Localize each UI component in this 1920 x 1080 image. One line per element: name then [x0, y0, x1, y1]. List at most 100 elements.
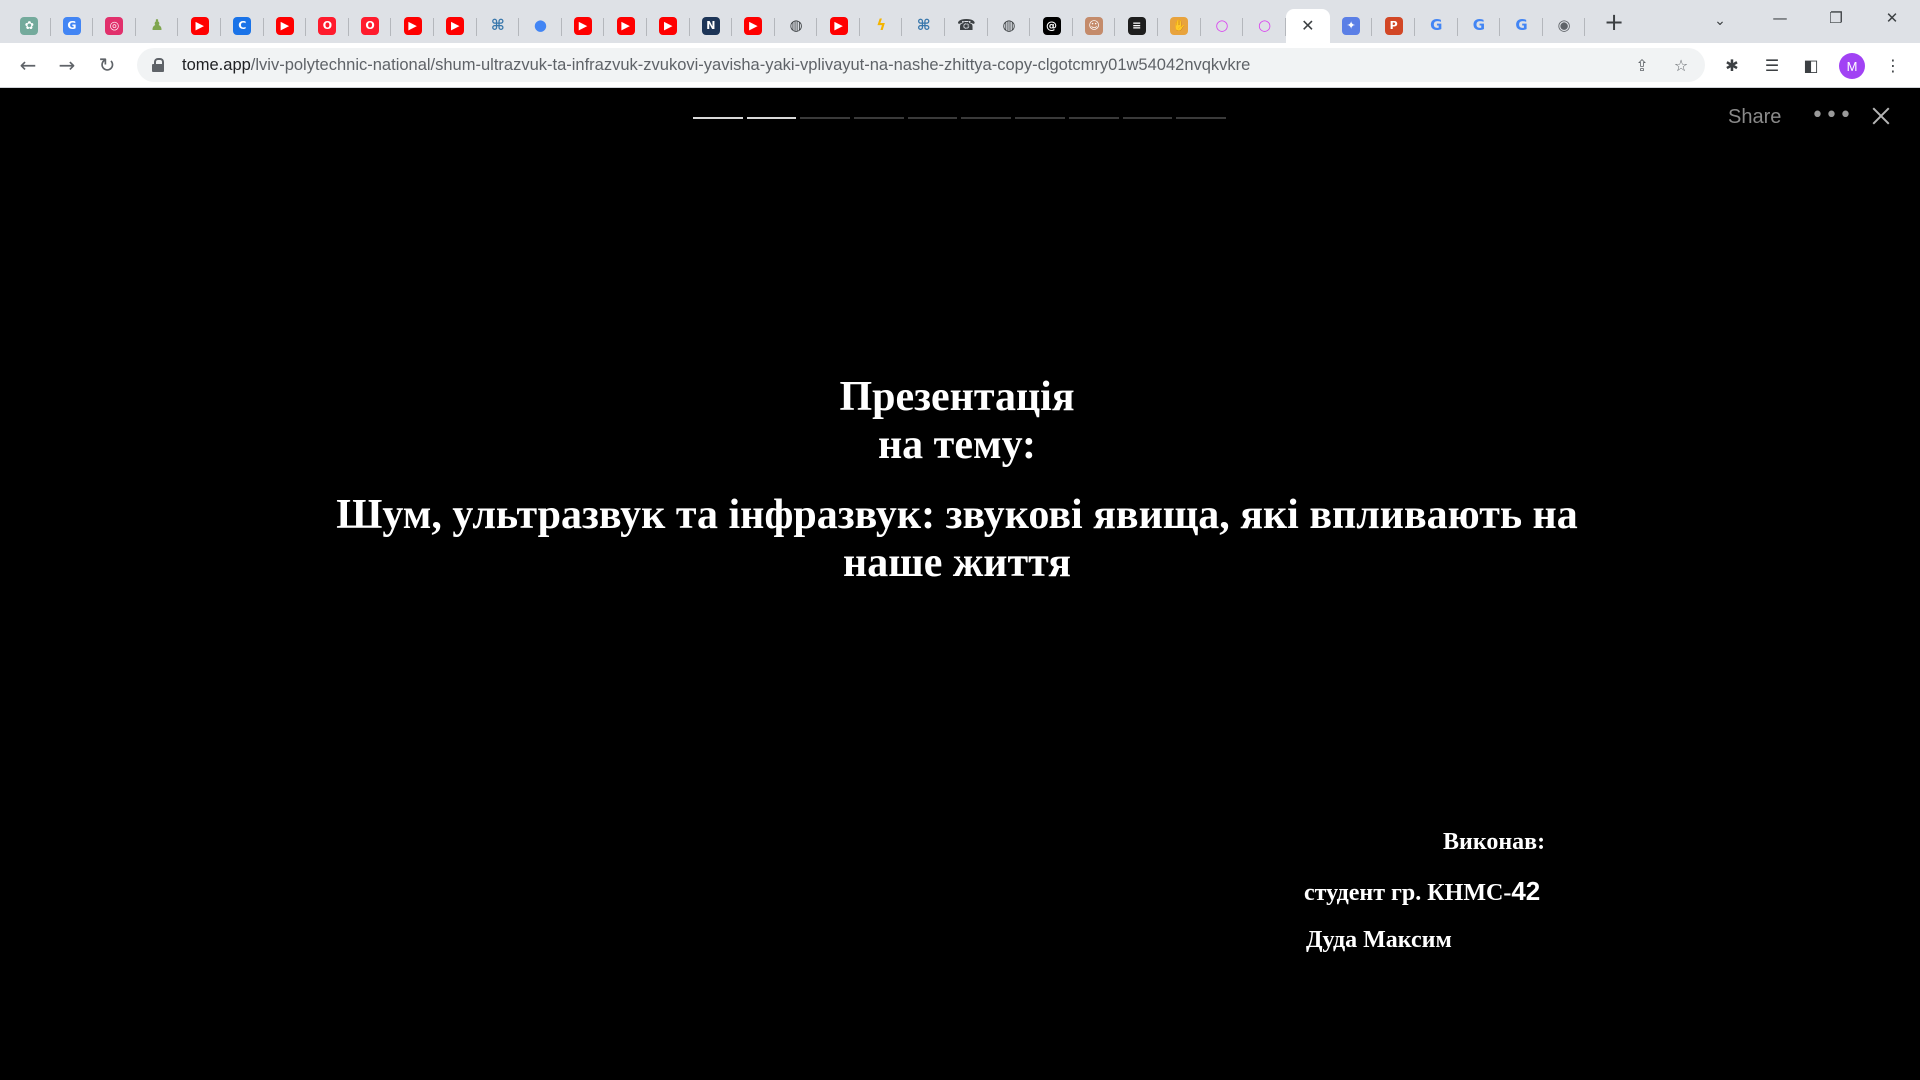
browser-tab[interactable]: ▶	[264, 9, 307, 43]
back-arrow-icon[interactable]: ←	[14, 51, 42, 79]
hand-icon: ✋	[1170, 16, 1189, 35]
browser-menu-icon[interactable]: ⋮	[1879, 51, 1907, 79]
progress-segment[interactable]	[961, 117, 1012, 119]
browser-tab[interactable]: ≡	[1115, 9, 1158, 43]
youtube-icon: ▶	[275, 16, 294, 35]
browser-tab[interactable]: G	[1458, 9, 1501, 43]
browser-tab[interactable]: ○	[1243, 9, 1286, 43]
browser-tab[interactable]: ☎	[945, 9, 988, 43]
browser-tab[interactable]: G	[1500, 9, 1543, 43]
browser-tab[interactable]: ▶	[732, 9, 775, 43]
browser-tab[interactable]: O	[306, 9, 349, 43]
opera-icon: O	[318, 16, 337, 35]
slide-progress	[693, 117, 1226, 119]
tab-search-chevron-icon[interactable]: ⌄	[1706, 6, 1734, 34]
presentation-viewer: Share ••• Презентація на тему: Шум, ульт…	[0, 89, 1920, 1080]
browser-tab[interactable]: ▶	[562, 9, 605, 43]
browser-tab[interactable]: ✕	[1285, 8, 1330, 43]
browser-tab[interactable]: O	[349, 9, 392, 43]
google-icon: G	[1515, 16, 1528, 34]
chrome-icon: ◉	[1557, 16, 1571, 34]
translate-icon: G	[62, 16, 81, 35]
ring-icon: ○	[1215, 16, 1229, 34]
chatgpt-icon: ✿	[20, 16, 39, 35]
forward-arrow-icon[interactable]: →	[53, 51, 81, 79]
powerpoint-icon: P	[1384, 16, 1403, 35]
browser-tab[interactable]: ♟	[136, 9, 179, 43]
progress-segment[interactable]	[1068, 117, 1119, 119]
progress-segment[interactable]	[693, 117, 743, 119]
progress-segment[interactable]	[1122, 117, 1173, 119]
terminal-icon: ≡	[1127, 16, 1146, 35]
share-page-icon[interactable]: ⇪	[1630, 53, 1654, 77]
c-app-icon: C	[233, 16, 252, 35]
share-button[interactable]: Share	[1728, 106, 1781, 129]
google-icon: G	[1430, 16, 1443, 34]
reload-icon[interactable]: ↻	[93, 51, 121, 79]
author-label: Виконав:	[1443, 829, 1546, 855]
minimize-icon[interactable]: —	[1752, 0, 1808, 36]
browser-tab[interactable]: G	[51, 9, 94, 43]
close-icon[interactable]: ✕	[1301, 16, 1314, 35]
slide-heading-line1: Презентація	[839, 374, 1075, 420]
address-bar[interactable]: tome.app/lviv-polytechnic-national/shum-…	[137, 48, 1705, 82]
progress-segment[interactable]	[1015, 117, 1065, 119]
more-options-icon[interactable]: •••	[1811, 103, 1853, 128]
copilot-icon: ✦	[1342, 16, 1361, 35]
browser-tab[interactable]: ▶	[434, 9, 477, 43]
slide-title: Шум, ультразвук та інфразвук: звукові яв…	[336, 492, 1578, 586]
progress-segment[interactable]	[854, 117, 904, 119]
browser-tab[interactable]: ⌘	[902, 9, 945, 43]
lock-icon[interactable]	[151, 58, 165, 72]
threads-icon: @	[1042, 16, 1061, 35]
bookmark-star-icon[interactable]: ☆	[1669, 53, 1693, 77]
new-tab-button[interactable]: +	[1600, 8, 1628, 36]
browser-tab[interactable]: ◍	[988, 9, 1031, 43]
browser-tab[interactable]: ◎	[93, 9, 136, 43]
browser-tab[interactable]: ▶	[178, 9, 221, 43]
close-viewer-icon[interactable]	[1868, 103, 1896, 131]
browser-tab[interactable]: ▶	[391, 9, 434, 43]
browser-toolbar: ← → ↻ tome.app/lviv-polytechnic-national…	[0, 43, 1920, 88]
youtube-icon: ▶	[829, 16, 848, 35]
pin-icon: ●	[533, 16, 547, 34]
url-text[interactable]: tome.app/lviv-polytechnic-national/shum-…	[182, 56, 1250, 75]
browser-tab[interactable]: ✦	[1330, 9, 1373, 43]
window-close-icon[interactable]: ✕	[1864, 0, 1920, 36]
media-queue-icon[interactable]: ☰	[1758, 51, 1786, 79]
browser-tab[interactable]: @	[1030, 9, 1073, 43]
browser-tab[interactable]: ○	[1201, 9, 1244, 43]
browser-tab[interactable]: ✿	[8, 9, 51, 43]
profile-avatar[interactable]: M	[1839, 53, 1865, 79]
opera-icon: O	[361, 16, 380, 35]
avatar-tab-icon: ☺	[1085, 16, 1104, 35]
python-icon: ⌘	[916, 16, 931, 34]
browser-tab[interactable]: ◉	[1543, 9, 1586, 43]
progress-segment[interactable]	[746, 117, 797, 119]
progress-segment[interactable]	[907, 117, 958, 119]
author-group-number: 42	[1511, 876, 1541, 906]
browser-tab[interactable]: ☺	[1073, 9, 1116, 43]
side-panel-icon[interactable]: ◧	[1797, 51, 1825, 79]
browser-tab[interactable]: G	[1415, 9, 1458, 43]
browser-tab[interactable]: ϟ	[860, 9, 903, 43]
youtube-icon: ▶	[574, 16, 593, 35]
restore-icon[interactable]: ❐	[1808, 0, 1864, 36]
author-group-text: студент гр. КНМС-	[1304, 880, 1512, 906]
youtube-icon: ▶	[446, 16, 465, 35]
extensions-puzzle-icon[interactable]: ✱	[1718, 51, 1746, 79]
progress-segment[interactable]	[1176, 117, 1226, 119]
browser-tab[interactable]: ◍	[775, 9, 818, 43]
browser-tab[interactable]: ▶	[604, 9, 647, 43]
progress-segment[interactable]	[800, 117, 851, 119]
browser-tab[interactable]: ✋	[1158, 9, 1201, 43]
browser-tab[interactable]: ▶	[647, 9, 690, 43]
browser-tab[interactable]: ●	[519, 9, 562, 43]
browser-tab[interactable]: N	[690, 9, 733, 43]
browser-tab[interactable]: C	[221, 9, 264, 43]
browser-tab[interactable]: ▶	[817, 9, 860, 43]
browser-tab[interactable]: ⌘	[477, 9, 520, 43]
instagram-icon: ◎	[105, 16, 124, 35]
url-path: /lviv-polytechnic-national/shum-ultrazvu…	[250, 55, 1251, 74]
browser-tab[interactable]: P	[1372, 9, 1415, 43]
